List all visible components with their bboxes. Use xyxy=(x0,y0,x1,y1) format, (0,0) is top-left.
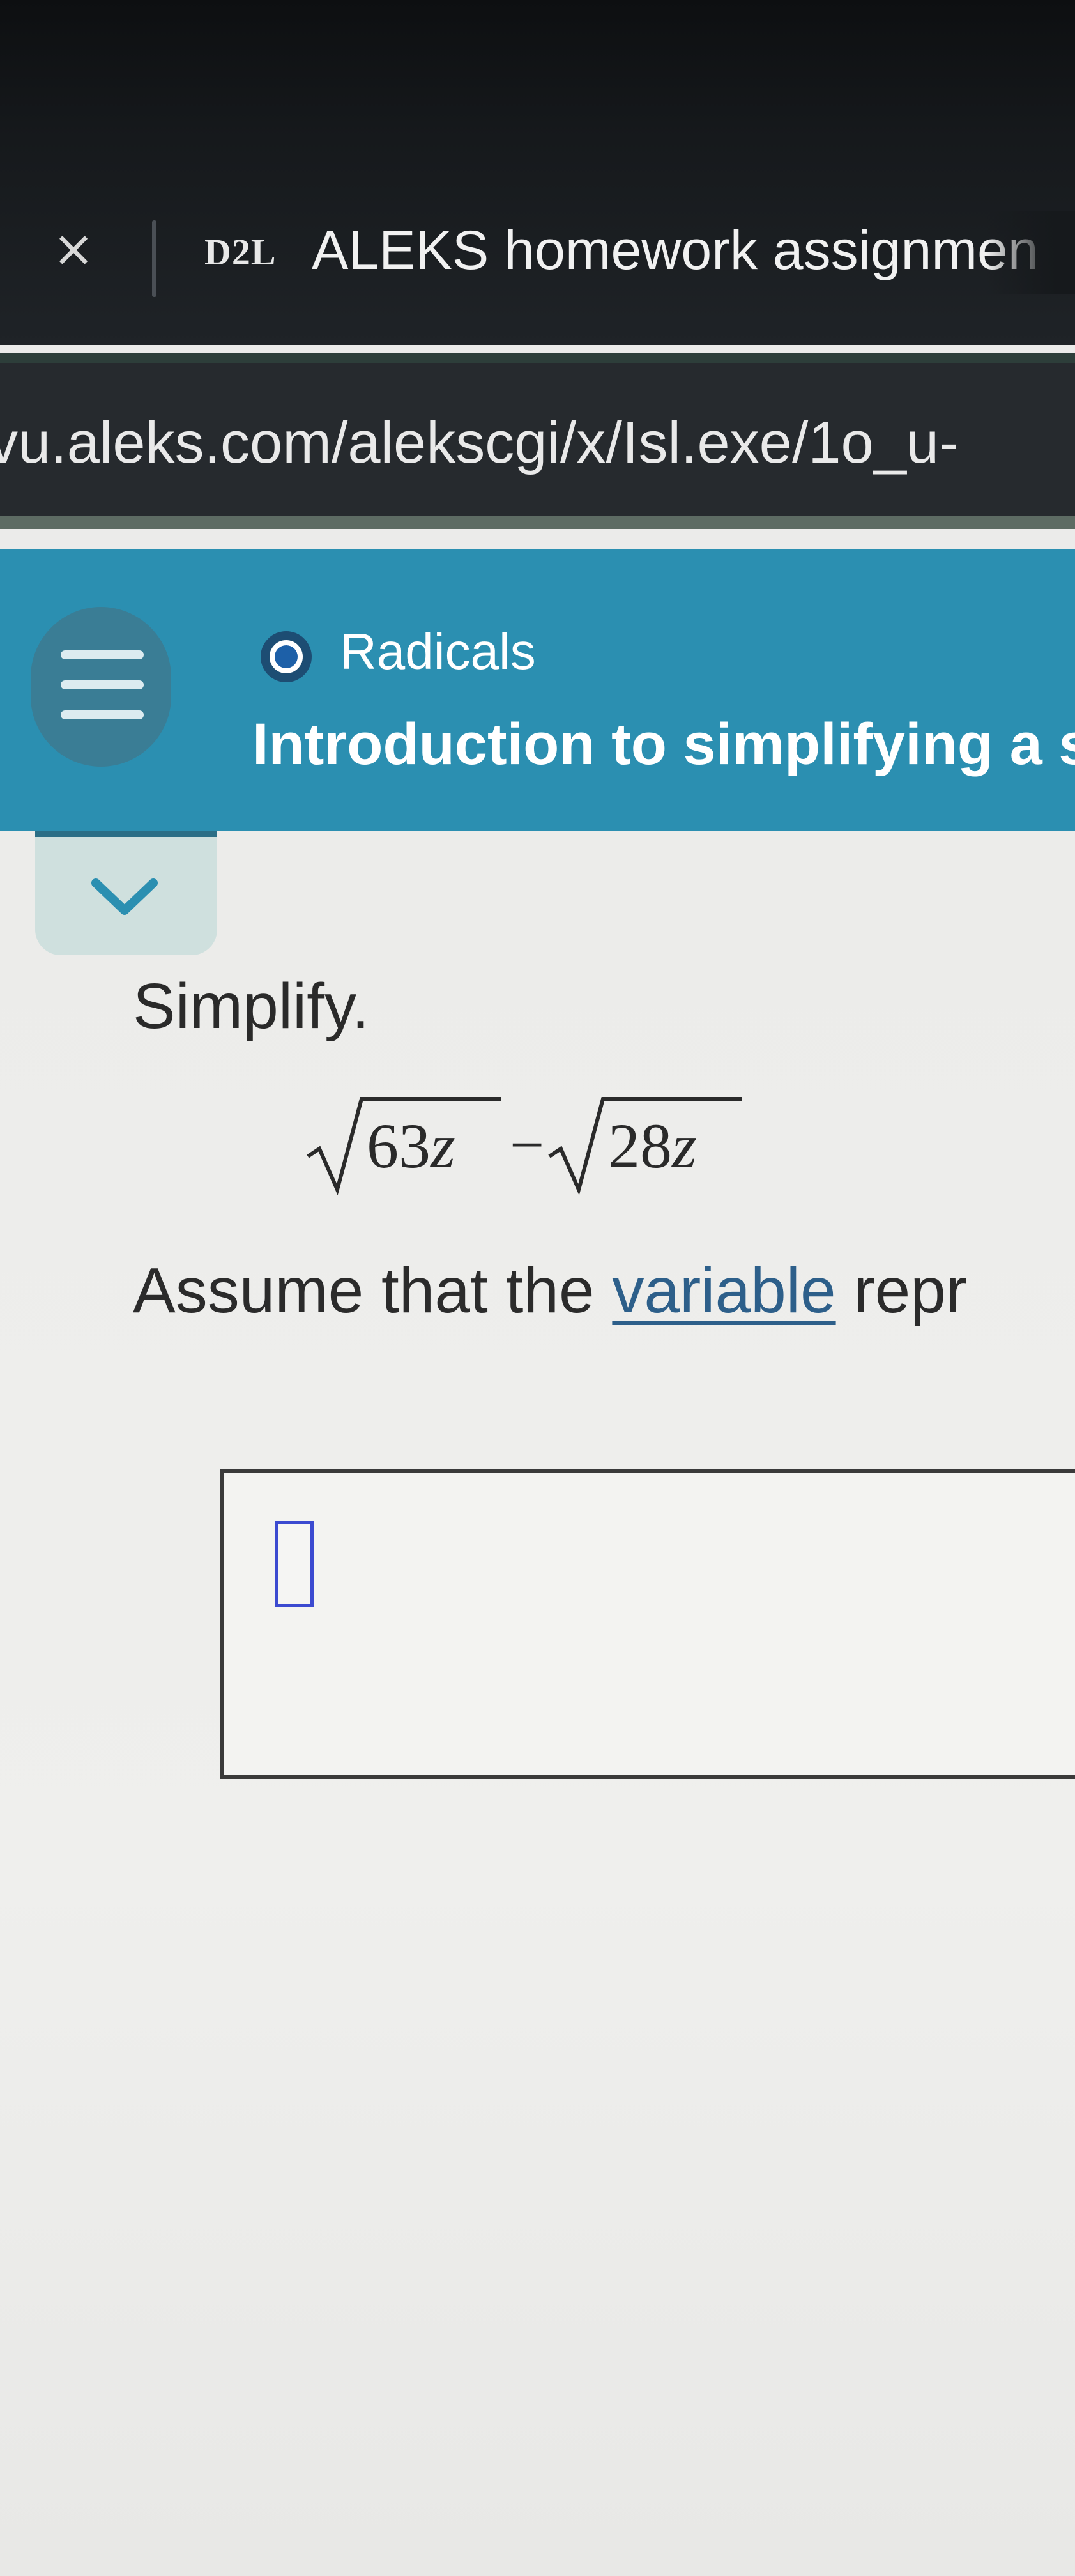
radicand-2-variable: z xyxy=(672,1110,697,1181)
chevron-down-icon[interactable] xyxy=(89,875,160,920)
radicand-1-coefficient: 63 xyxy=(367,1110,431,1181)
hamburger-menu-icon-bar xyxy=(61,710,144,719)
browser-tab-bar xyxy=(0,0,1075,345)
answer-area xyxy=(220,1469,1075,1779)
close-tab-icon[interactable]: × xyxy=(45,220,102,278)
variable-link[interactable]: variable xyxy=(612,1255,835,1326)
problem-prompt: Simplify. xyxy=(133,970,370,1042)
hamburger-menu-icon xyxy=(61,650,144,659)
assumption-text: Assume that the variable repr xyxy=(133,1249,1075,1332)
topic-title: Introduction to simplifying a s xyxy=(252,712,1075,777)
radicand-2: 28z xyxy=(608,1108,697,1184)
hamburger-menu-icon-bar xyxy=(61,680,144,689)
radical-expression: 63z − 28z xyxy=(305,1094,765,1196)
topic-progress-circle-icon xyxy=(261,631,312,682)
tab-title[interactable]: ALEKS homework assignmen xyxy=(312,218,1075,282)
assumption-suffix: repr xyxy=(835,1255,968,1326)
answer-input[interactable] xyxy=(275,1521,314,1607)
address-bar-url[interactable]: vu.aleks.com/alekscgi/x/Isl.exe/1o_u- xyxy=(0,408,1075,478)
topic-name: Radicals xyxy=(340,623,536,680)
assumption-prefix: Assume that the xyxy=(133,1255,613,1326)
address-bar-underline xyxy=(0,516,1075,529)
radicand-1-variable: z xyxy=(431,1110,455,1181)
tab-title-fade xyxy=(986,211,1075,294)
radicand-1: 63z xyxy=(367,1108,455,1184)
radicand-2-coefficient: 28 xyxy=(608,1110,672,1181)
minus-operator: − xyxy=(510,1110,545,1179)
tab-separator xyxy=(152,220,156,297)
tab-underline xyxy=(0,353,1075,363)
d2l-favicon-icon: D2L xyxy=(204,231,277,273)
